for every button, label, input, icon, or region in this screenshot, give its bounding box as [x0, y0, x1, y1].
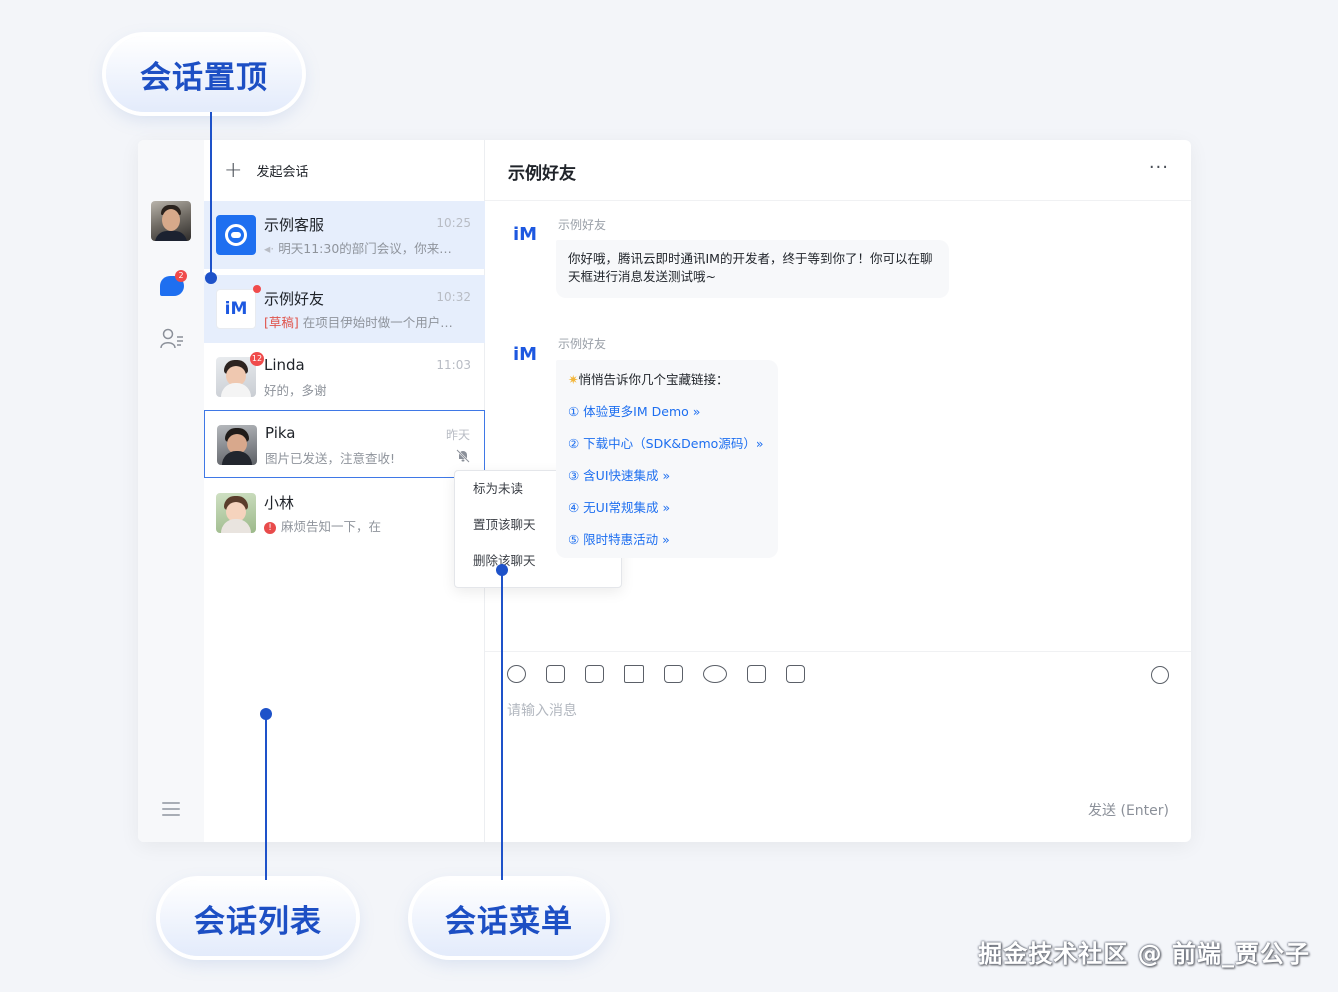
conversation-list: + 发起会话 示例客服 10:25 ◂· 明天11:30的部门会议，你来… iM … — [204, 140, 622, 842]
nav-rail: 2 — [138, 140, 204, 842]
chat-panel: 示例好友 ··· iM 示例好友 你好哦，腾讯云即时通讯IM的开发者，终于等到你… — [485, 140, 1191, 842]
watermark: 掘金技术社区 @ 前端_贾公子 — [978, 940, 1310, 968]
phone-icon[interactable] — [703, 665, 727, 683]
link-demo[interactable]: ① 体验更多IM Demo » — [568, 396, 766, 428]
service-avatar — [216, 215, 256, 255]
conversation-name: 示例好友 — [264, 290, 325, 308]
contacts-icon[interactable] — [160, 328, 184, 350]
link-ui-integration[interactable]: ③ 含UI快速集成 » — [568, 460, 766, 492]
user-avatar[interactable] — [151, 201, 191, 241]
unread-dot — [253, 285, 261, 293]
conversation-preview: 好的，多谢 — [264, 383, 327, 398]
quick-reply-icon[interactable] — [786, 665, 805, 683]
conversation-time: 10:32 — [436, 290, 471, 304]
new-chat-button[interactable]: + 发起会话 — [204, 140, 484, 200]
draft-tag: [草稿] — [264, 315, 299, 330]
link-promotion[interactable]: ⑤ 限时特惠活动 » — [568, 524, 766, 556]
sender-name: 示例好友 — [558, 218, 607, 232]
callout-list: 会话列表 — [160, 880, 356, 956]
connector-line — [265, 713, 267, 880]
new-chat-label: 发起会话 — [256, 164, 309, 180]
chat-nav-icon[interactable]: 2 — [160, 270, 187, 296]
conversation-item[interactable]: 12 Linda 11:03 好的，多谢 — [204, 343, 485, 411]
conversation-item[interactable]: 示例客服 10:25 ◂· 明天11:30的部门会议，你来… — [204, 201, 485, 269]
history-clock-icon[interactable] — [1151, 666, 1169, 684]
voice-icon: ◂· — [264, 241, 275, 256]
pika-avatar — [217, 425, 257, 465]
xiaolin-avatar — [216, 493, 256, 533]
conversation-item[interactable]: 小林 ! 麻烦告知一下，在 — [204, 479, 485, 547]
folder-icon[interactable] — [624, 665, 644, 683]
unread-count-badge: 12 — [250, 352, 264, 366]
send-button[interactable]: 发送 (Enter) — [1088, 800, 1169, 820]
callout-menu: 会话菜单 — [412, 880, 606, 956]
connector-dot — [496, 564, 508, 576]
im-avatar: iM — [512, 343, 538, 365]
conversation-preview: [草稿] 在项目伊始时做一个用户… — [264, 315, 453, 330]
conversation-item[interactable]: Pika 昨天 图片已发送，注意查收! — [204, 410, 485, 478]
star-box-icon[interactable] — [747, 665, 766, 683]
plus-icon: + — [224, 157, 243, 183]
link-no-ui-integration[interactable]: ④ 无UI常规集成 » — [568, 492, 766, 524]
conversation-preview: 图片已发送，注意查收! — [265, 451, 396, 466]
links-intro: ✷悄悄告诉你几个宝藏链接： — [568, 372, 729, 387]
connector-dot — [205, 272, 217, 284]
menu-icon[interactable] — [162, 802, 180, 816]
conversation-name: 小林 — [264, 494, 295, 512]
conversation-preview: ! 麻烦告知一下，在 — [264, 516, 381, 535]
message-input[interactable]: 请输入消息 — [507, 700, 577, 720]
emoji-icon[interactable] — [507, 665, 526, 683]
im-avatar: iM — [512, 223, 538, 245]
message-bubble: 你好哦，腾讯云即时通讯IM的开发者，终于等到你了！你可以在聊天框进行消息发送测试… — [556, 240, 949, 298]
callout-pin: 会话置顶 — [106, 36, 302, 112]
conversation-item[interactable]: iM 示例好友 10:32 [草稿] 在项目伊始时做一个用户… — [204, 275, 485, 343]
connector-line — [501, 569, 503, 880]
link-download[interactable]: ② 下载中心（SDK&Demo源码）» — [568, 428, 766, 460]
edit-icon[interactable] — [664, 665, 683, 683]
im-avatar: iM — [216, 289, 256, 329]
connector-dot — [260, 708, 272, 720]
connector-line — [210, 112, 212, 278]
sender-name: 示例好友 — [558, 337, 607, 351]
warning-icon: ! — [264, 522, 276, 534]
chat-title: 示例好友 — [508, 164, 576, 184]
video-icon[interactable] — [585, 665, 604, 683]
conversation-name: 示例客服 — [264, 216, 325, 234]
links-bubble: ✷悄悄告诉你几个宝藏链接： ① 体验更多IM Demo » ② 下载中心（SDK… — [556, 360, 778, 558]
unread-badge: 2 — [175, 270, 187, 282]
linda-avatar — [216, 357, 256, 397]
conversation-time: 昨天 — [445, 428, 470, 442]
image-icon[interactable] — [546, 665, 565, 683]
conversation-preview: ◂· 明天11:30的部门会议，你来… — [264, 241, 452, 256]
conversation-name: Linda — [264, 356, 305, 374]
more-options-icon[interactable]: ··· — [1149, 157, 1169, 178]
editor-toolbar — [507, 665, 805, 683]
conversation-time: 11:03 — [436, 358, 471, 372]
mute-bell-icon — [456, 449, 470, 467]
conversation-name: Pika — [265, 424, 296, 442]
conversation-time: 10:25 — [436, 216, 471, 230]
im-window: 2 + 发起会话 示例客服 10:25 ◂·明天11:30的部门会议，你来… — [138, 140, 1191, 842]
star-icon: ✷ — [568, 372, 579, 387]
